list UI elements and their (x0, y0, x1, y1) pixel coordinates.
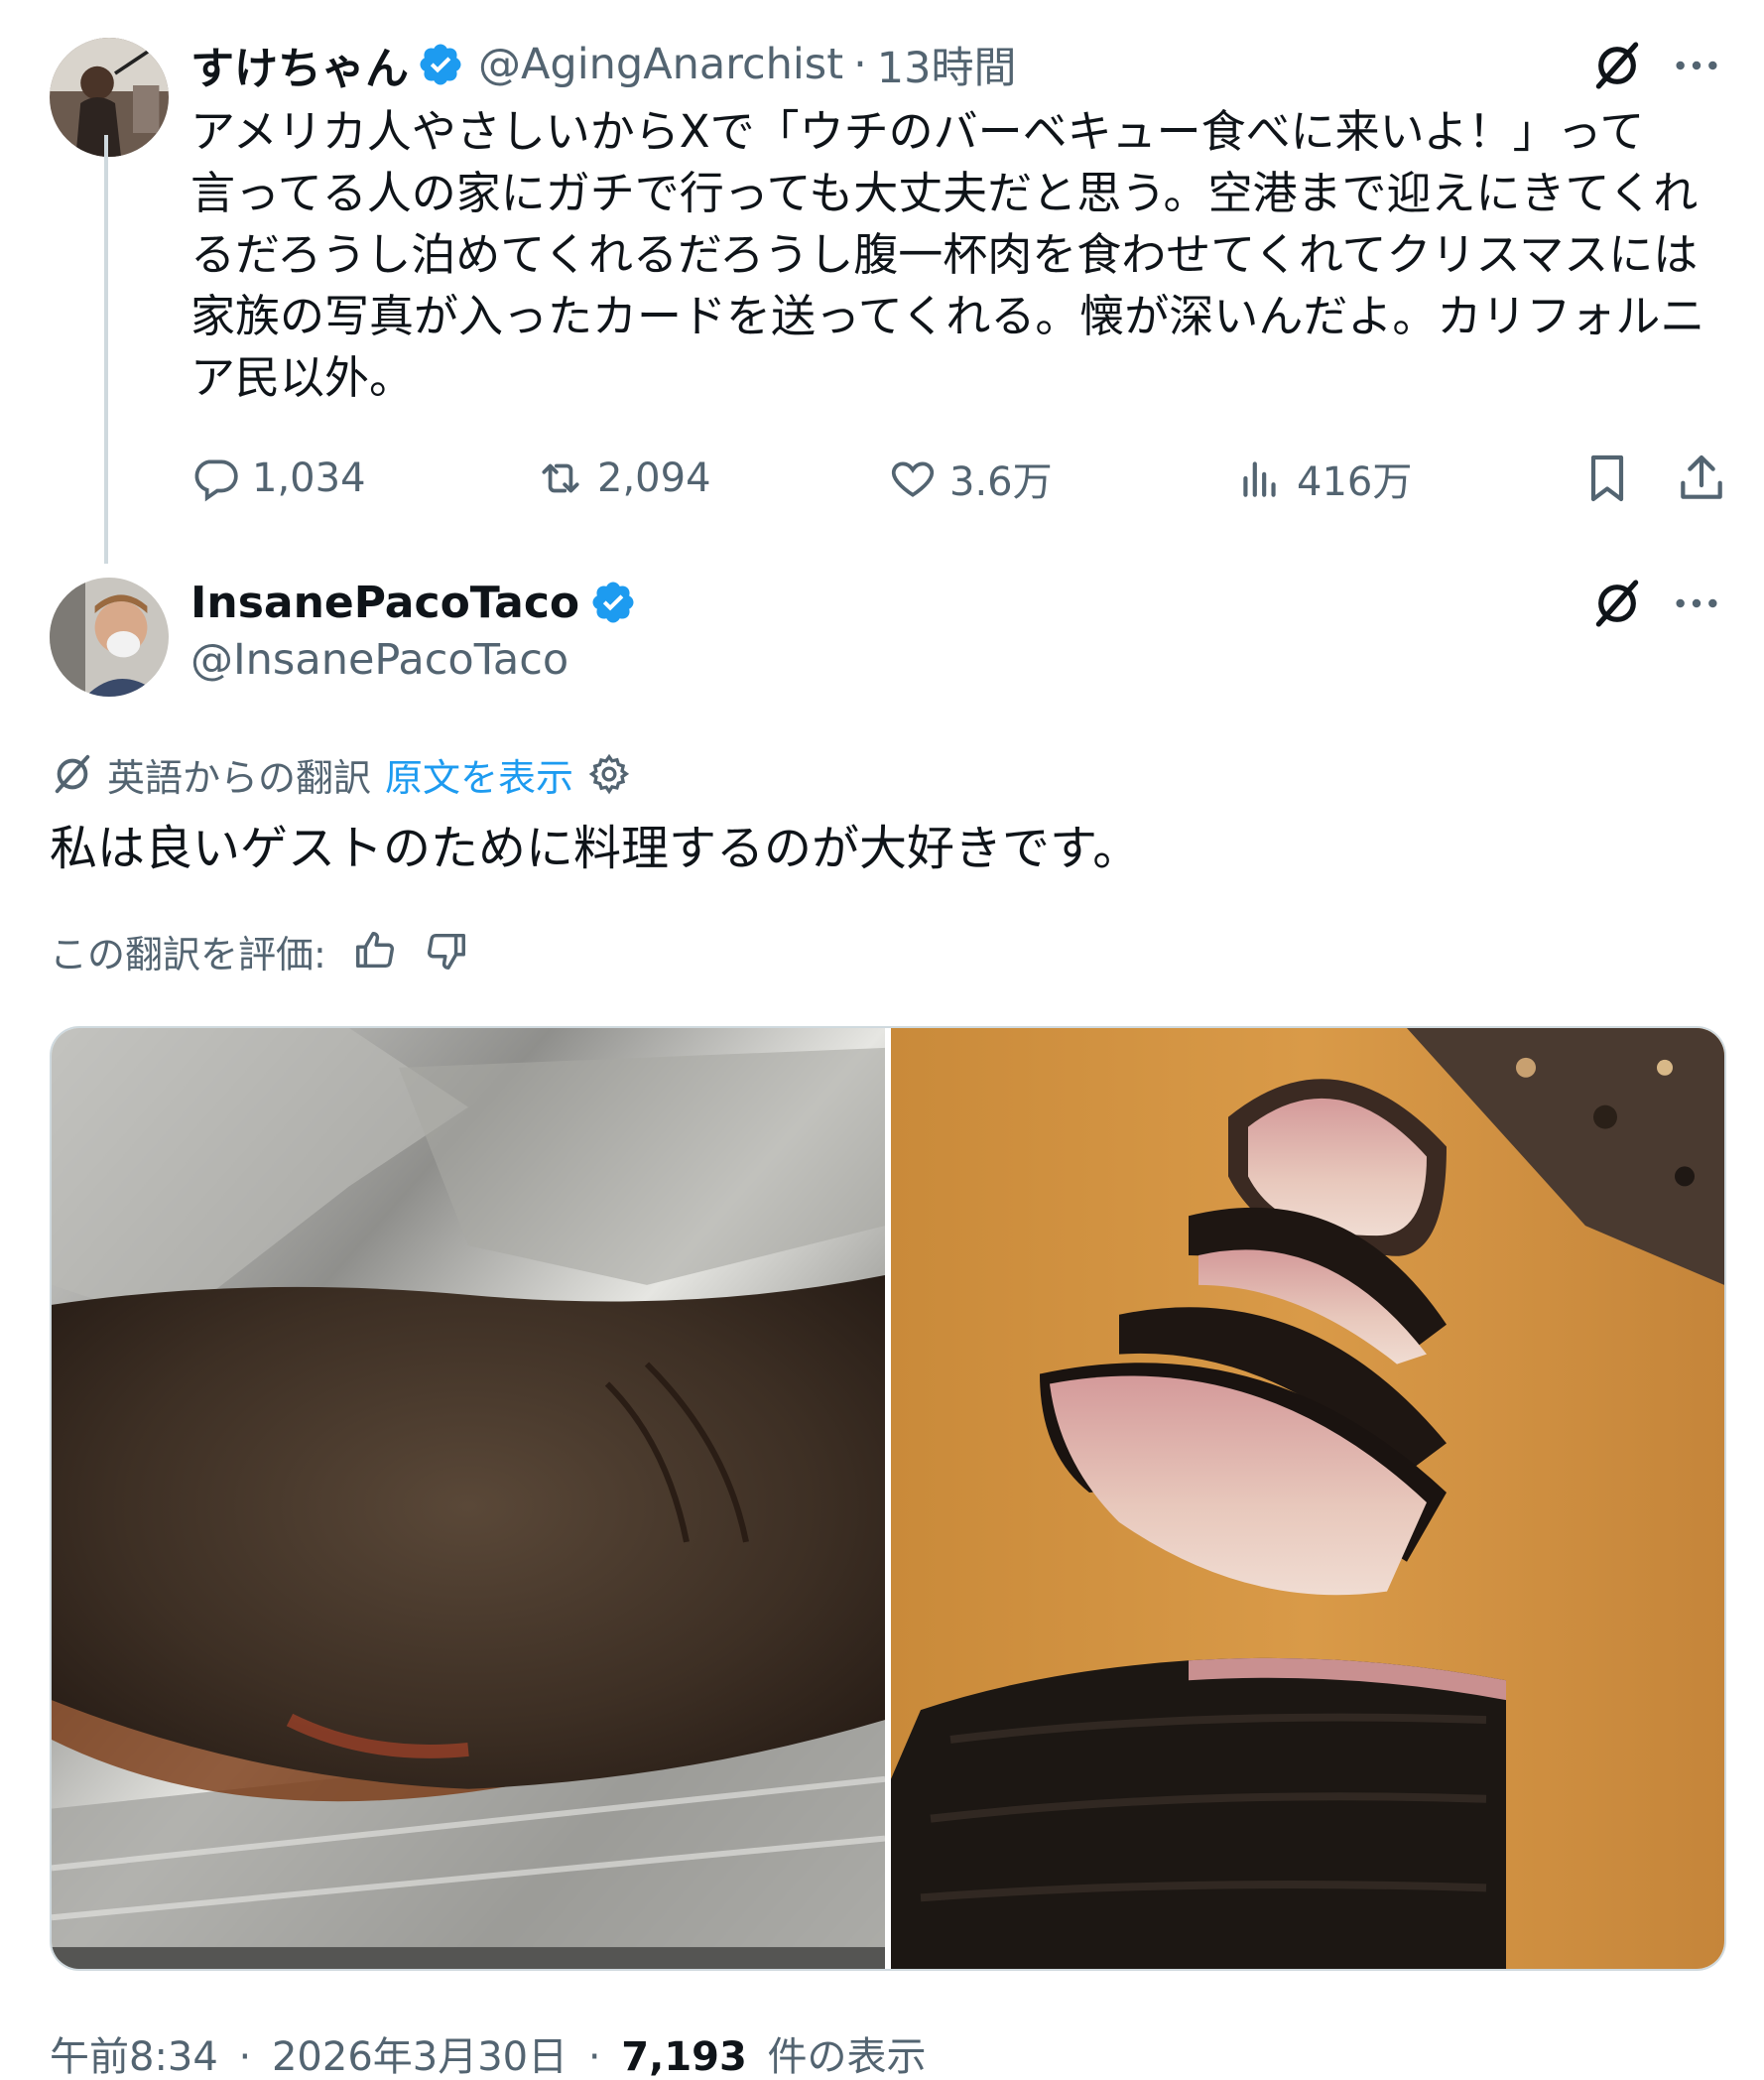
more-icon (1676, 598, 1717, 608)
separator-dot: · (853, 40, 867, 89)
more-options-button[interactable] (1667, 36, 1726, 95)
tweet1-header: すけちゃん @AgingAnarchist · 13時間 (190, 30, 1016, 99)
views-icon (1243, 461, 1276, 497)
tweet2-header: InsanePacoTaco (190, 570, 637, 635)
grok-translate-icon (55, 754, 90, 794)
tweet-time[interactable]: 午前8:34 (50, 2034, 218, 2080)
separator-dot: · (238, 2034, 252, 2080)
tweet2-text: 私は良いゲストのために料理するのが大好きです。 (50, 821, 1141, 876)
avatar-insanepacotaco[interactable] (50, 578, 169, 697)
sliced-brisket-image (891, 1028, 1724, 1969)
avatar-agingananarchist[interactable] (50, 38, 169, 157)
tweet-date[interactable]: 2026年3月30日 (272, 2034, 567, 2080)
thumbs-up-icon[interactable] (352, 928, 398, 974)
repost-icon (542, 463, 579, 493)
share-icon (1681, 455, 1722, 499)
translated-from-label: 英語からの翻訳 (107, 755, 372, 800)
tweet-media-grid (50, 1026, 1726, 1971)
like-icon (891, 461, 935, 497)
thumbs-down-icon[interactable] (424, 928, 469, 974)
reply-button[interactable]: 1,034 (190, 449, 366, 508)
grok-translate-button[interactable] (1587, 36, 1647, 95)
bookmark-button[interactable] (1577, 449, 1637, 508)
verified-badge-icon (592, 582, 634, 623)
view-count: 7,193 (621, 2034, 747, 2080)
repost-button[interactable]: 2,094 (536, 449, 711, 508)
tweet-time[interactable]: 13時間 (877, 34, 1017, 95)
tweet1-text: アメリカ人やさしいからXで「ウチのバーベキュー食べに来いよ！」って 言ってる人の… (190, 105, 1705, 404)
view-count-suffix: 件の表示 (767, 2034, 927, 2080)
rate-translation-label: この翻訳を評価: (50, 932, 326, 976)
views-button[interactable]: 416万 (1235, 449, 1412, 508)
repost-count: 2,094 (597, 455, 711, 501)
grok-translate-icon (1595, 580, 1639, 627)
thread-connector-line (104, 135, 108, 564)
author-name[interactable]: InsanePacoTaco (190, 578, 579, 628)
verified-badge-icon (420, 44, 461, 85)
author-handle[interactable]: @InsanePacoTaco (190, 635, 568, 685)
grok-translate-icon (1595, 42, 1639, 89)
like-count: 3.6万 (949, 459, 1053, 505)
author-handle[interactable]: @AgingAnarchist (478, 40, 843, 89)
more-options-button[interactable] (1667, 574, 1726, 633)
more-icon (1676, 61, 1717, 70)
brisket-in-foil-image (52, 1028, 885, 1969)
show-original-link[interactable]: 原文を表示 (385, 747, 573, 802)
like-button[interactable]: 3.6万 (888, 449, 1053, 508)
share-button[interactable] (1672, 449, 1731, 508)
settings-gear-icon[interactable] (587, 752, 631, 796)
photo-brisket-sliced[interactable] (891, 1028, 1724, 1969)
rate-translation-row: この翻訳を評価: (50, 921, 469, 980)
reply-icon (194, 459, 238, 502)
avatar-photo (50, 38, 169, 157)
avatar-photo (50, 578, 169, 697)
separator-dot: · (587, 2034, 601, 2080)
photo-brisket-foil[interactable] (52, 1028, 885, 1969)
bookmark-icon (1590, 455, 1624, 502)
reply-count: 1,034 (252, 455, 366, 501)
grok-translate-button[interactable] (1587, 574, 1647, 633)
views-count: 416万 (1297, 459, 1413, 505)
translation-info: 英語からの翻訳 原文を表示 (50, 746, 631, 802)
author-name[interactable]: すけちゃん (190, 33, 409, 96)
tweet-meta: 午前8:34 · 2026年3月30日 · 7,193 件の表示 (50, 2024, 927, 2080)
